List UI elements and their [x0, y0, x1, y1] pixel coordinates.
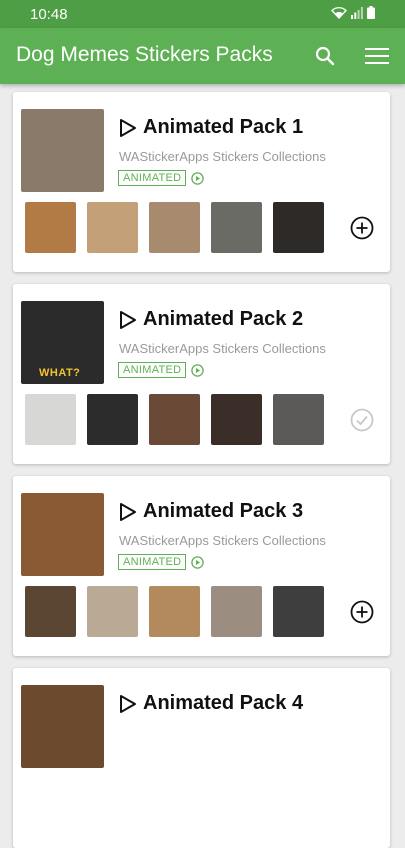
sticker-preview	[273, 202, 324, 253]
sticker-preview	[25, 586, 76, 637]
play-circle-icon	[191, 555, 205, 569]
sticker-preview	[149, 202, 200, 253]
sticker-pack-card[interactable]: Animated Pack 4	[13, 668, 390, 848]
sticker-preview	[211, 394, 262, 445]
app-title: Dog Memes Stickers Packs	[16, 43, 273, 66]
sticker-preview	[149, 394, 200, 445]
sticker-preview	[87, 394, 138, 445]
play-icon	[120, 118, 136, 137]
sticker-preview	[211, 202, 262, 253]
pack-thumbnail: WHAT?	[21, 301, 104, 384]
sticker-pack-card[interactable]: Animated Pack 1 WAStickerApps Stickers C…	[13, 92, 390, 272]
pack-title: Animated Pack 2	[143, 308, 304, 330]
animated-badge: ANIMATED	[118, 170, 187, 186]
sticker-preview	[273, 394, 324, 445]
play-icon	[120, 310, 136, 329]
sticker-preview	[211, 586, 262, 637]
sticker-preview	[149, 586, 200, 637]
wifi-icon	[331, 6, 347, 19]
signal-icon	[351, 6, 363, 19]
animated-badge: ANIMATED	[118, 554, 187, 570]
hamburger-menu-icon	[365, 48, 389, 64]
animated-badge: ANIMATED	[118, 362, 187, 378]
pack-publisher: WAStickerApps Stickers Collections	[119, 341, 326, 356]
app-bar: Dog Memes Stickers Packs	[0, 28, 405, 84]
status-bar: 10:48	[0, 0, 405, 28]
thumbnail-caption: WHAT?	[39, 367, 81, 379]
pack-thumbnail	[21, 493, 104, 576]
sticker-pack-card[interactable]: WHAT? Animated Pack 2 WAStickerApps Stic…	[13, 284, 390, 464]
sticker-preview-row	[25, 394, 324, 445]
play-circle-icon	[191, 171, 205, 185]
add-pack-icon[interactable]	[350, 216, 374, 240]
sticker-preview	[25, 394, 76, 445]
menu-button[interactable]	[363, 42, 391, 70]
search-button[interactable]	[311, 42, 339, 70]
pack-title: Animated Pack 3	[143, 500, 304, 522]
status-time: 10:48	[30, 6, 68, 23]
pack-publisher: WAStickerApps Stickers Collections	[119, 533, 326, 548]
pack-title: Animated Pack 4	[143, 692, 304, 714]
sticker-preview	[87, 586, 138, 637]
battery-icon	[367, 6, 375, 19]
add-pack-icon[interactable]	[350, 600, 374, 624]
sticker-pack-card[interactable]: Animated Pack 3 WAStickerApps Stickers C…	[13, 476, 390, 656]
sticker-preview-row	[25, 586, 324, 637]
play-icon	[120, 694, 136, 713]
search-icon	[315, 46, 335, 66]
sticker-preview	[25, 202, 76, 253]
pack-title: Animated Pack 1	[143, 116, 304, 138]
sticker-preview	[87, 202, 138, 253]
play-icon	[120, 502, 136, 521]
added-check-icon	[350, 408, 374, 432]
pack-thumbnail	[21, 109, 104, 192]
sticker-preview-row	[25, 202, 324, 253]
status-icons	[331, 6, 375, 19]
pack-thumbnail	[21, 685, 104, 768]
pack-publisher: WAStickerApps Stickers Collections	[119, 149, 326, 164]
sticker-preview	[273, 586, 324, 637]
play-circle-icon	[191, 363, 205, 377]
